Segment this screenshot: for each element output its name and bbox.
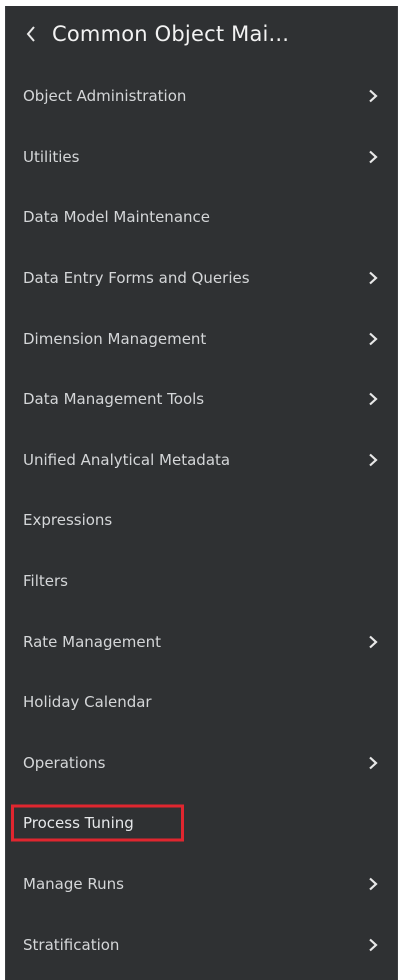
menu-list: Object Administration Utilities Data Mod… [6, 66, 397, 975]
menu-item-dimension-management[interactable]: Dimension Management [6, 308, 397, 369]
menu-item-label: Rate Management [23, 632, 161, 651]
menu-item-label: Stratification [23, 935, 120, 954]
back-header[interactable]: Common Object Mai... [6, 6, 397, 62]
menu-item-label: Operations [23, 753, 106, 772]
menu-item-label: Process Tuning [23, 814, 134, 833]
menu-item-label: Expressions [23, 511, 113, 530]
menu-item-label: Unified Analytical Metadata [23, 450, 231, 469]
chevron-right-icon [367, 270, 379, 286]
chevron-right-icon [367, 634, 379, 650]
menu-item-expressions[interactable]: Expressions [6, 490, 397, 551]
chevron-right-icon [367, 88, 379, 104]
menu-item-process-tuning[interactable]: Process Tuning [6, 793, 397, 854]
menu-item-label: Object Administration [23, 87, 187, 106]
menu-item-manage-runs[interactable]: Manage Runs [6, 854, 397, 915]
menu-item-data-model-maintenance[interactable]: Data Model Maintenance [6, 187, 397, 248]
chevron-right-icon [367, 391, 379, 407]
menu-item-label: Data Model Maintenance [23, 208, 210, 227]
menu-item-operations[interactable]: Operations [6, 733, 397, 794]
menu-item-object-administration[interactable]: Object Administration [6, 66, 397, 127]
chevron-left-icon [24, 24, 38, 44]
menu-item-filters[interactable]: Filters [6, 551, 397, 612]
chevron-right-icon [367, 755, 379, 771]
menu-item-label: Dimension Management [23, 329, 207, 348]
menu-item-data-entry-forms-and-queries[interactable]: Data Entry Forms and Queries [6, 248, 397, 309]
menu-item-label: Utilities [23, 147, 80, 166]
menu-item-label: Data Entry Forms and Queries [23, 269, 250, 288]
chevron-right-icon [367, 937, 379, 953]
menu-item-holiday-calendar[interactable]: Holiday Calendar [6, 672, 397, 733]
panel-title: Common Object Mai... [52, 22, 290, 46]
chevron-right-icon [367, 452, 379, 468]
menu-item-utilities[interactable]: Utilities [6, 127, 397, 188]
menu-item-label: Manage Runs [23, 875, 124, 894]
chevron-right-icon [367, 331, 379, 347]
menu-item-unified-analytical-metadata[interactable]: Unified Analytical Metadata [6, 430, 397, 491]
chevron-right-icon [367, 876, 379, 892]
menu-item-stratification[interactable]: Stratification [6, 914, 397, 975]
menu-item-label: Filters [23, 572, 68, 591]
navigation-panel: Common Object Mai... Object Administrati… [5, 6, 398, 980]
chevron-right-icon [367, 149, 379, 165]
menu-item-label: Holiday Calendar [23, 693, 152, 712]
menu-item-rate-management[interactable]: Rate Management [6, 611, 397, 672]
menu-item-data-management-tools[interactable]: Data Management Tools [6, 369, 397, 430]
menu-item-label: Data Management Tools [23, 390, 205, 409]
